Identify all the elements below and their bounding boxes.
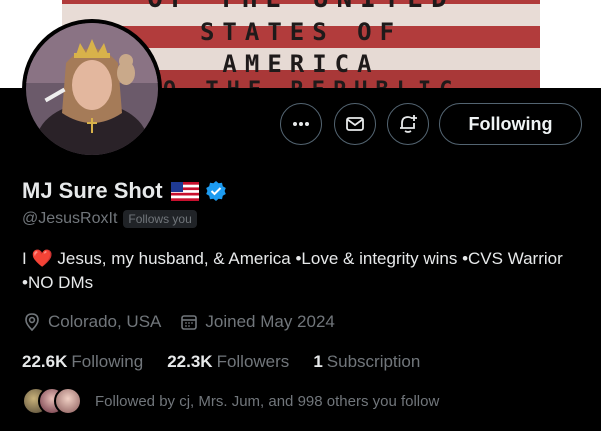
followers-stat[interactable]: 22.3K Followers xyxy=(167,352,289,372)
notifications-button[interactable] xyxy=(387,103,429,145)
display-name: MJ Sure Shot xyxy=(22,178,163,203)
handle-row: @JesusRoxIt Follows you xyxy=(22,210,197,228)
followers-label: Followers xyxy=(216,352,290,371)
stats-row: 22.6K Following 22.3K Followers 1 Subscr… xyxy=(22,352,444,372)
profile-meta: Colorado, USA Joined May 2024 xyxy=(22,312,353,332)
more-icon xyxy=(293,122,309,126)
followed-by-avatars xyxy=(22,387,82,415)
us-flag-icon xyxy=(170,181,199,201)
subscription-stat[interactable]: 1 Subscription xyxy=(313,352,420,372)
follows-you-badge: Follows you xyxy=(123,210,197,228)
followers-count: 22.3K xyxy=(167,352,213,371)
avatar[interactable] xyxy=(22,19,162,159)
location: Colorado, USA xyxy=(22,312,161,332)
followed-by-text: Followed by cj, Mrs. Jum, and 998 others… xyxy=(95,392,440,410)
verified-badge-icon[interactable] xyxy=(205,180,227,202)
join-date: Joined May 2024 xyxy=(179,312,335,332)
envelope-icon xyxy=(346,117,364,131)
followed-by-row[interactable]: Followed by cj, Mrs. Jum, and 998 others… xyxy=(22,387,439,415)
bell-plus-icon xyxy=(400,115,417,133)
location-pin-icon xyxy=(25,313,39,332)
banner-text-line1: OF THE UNITED xyxy=(62,0,540,14)
handle: @JesusRoxIt xyxy=(22,210,118,227)
name-row: MJ Sure Shot xyxy=(22,178,227,204)
avatar-image xyxy=(26,23,158,155)
following-count: 22.6K xyxy=(22,352,68,371)
location-text: Colorado, USA xyxy=(48,312,162,331)
subscription-count: 1 xyxy=(313,352,323,371)
bio-text: Jesus, my husband, & America •Love & int… xyxy=(22,249,563,292)
more-button[interactable] xyxy=(280,103,322,145)
calendar-icon xyxy=(181,315,198,330)
subscription-label: Subscription xyxy=(326,352,421,371)
join-date-text: Joined May 2024 xyxy=(205,312,335,331)
following-button[interactable]: Following xyxy=(439,103,582,145)
heart-icon: ❤️ xyxy=(31,249,53,268)
message-button[interactable] xyxy=(334,103,376,145)
follower-avatar xyxy=(54,387,82,415)
following-label: Following xyxy=(71,352,144,371)
following-stat[interactable]: 22.6K Following xyxy=(22,352,143,372)
bio: I ❤️ Jesus, my husband, & America •Love … xyxy=(22,247,582,295)
bio-prefix: I xyxy=(22,249,27,268)
